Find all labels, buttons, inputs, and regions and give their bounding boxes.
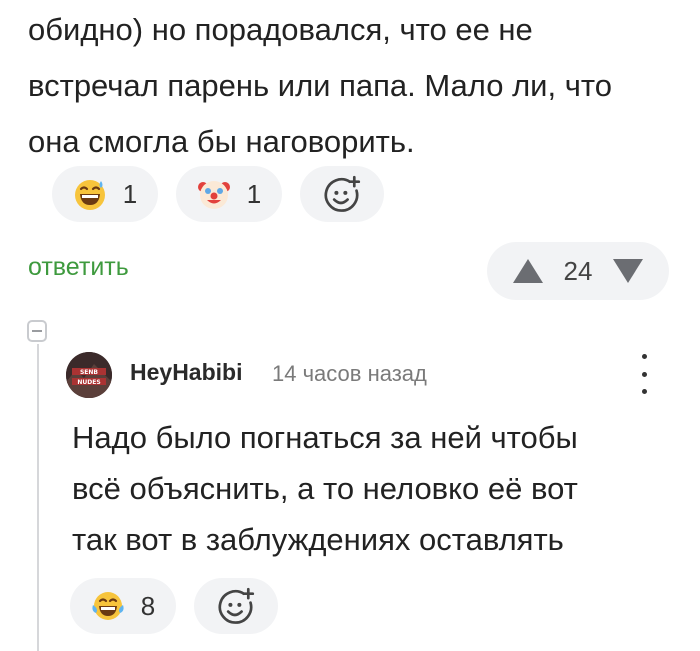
more-dot bbox=[641, 371, 647, 377]
add-reaction-button[interactable] bbox=[194, 578, 278, 634]
reaction-clown-button[interactable]: 1 bbox=[176, 166, 282, 222]
timestamp: 14 часов назад bbox=[272, 361, 427, 386]
rating-count: 24 bbox=[563, 255, 593, 286]
reply-reactions: 8 bbox=[70, 578, 278, 634]
more-dot bbox=[641, 354, 647, 359]
svg-text:NUDES: NUDES bbox=[77, 379, 100, 386]
reaction-count: 1 bbox=[122, 178, 138, 209]
comment-reactions: 1 1 bbox=[52, 166, 384, 222]
add-emoji-icon bbox=[218, 587, 255, 624]
reaction-count: 1 bbox=[246, 178, 262, 209]
add-reaction-button[interactable] bbox=[300, 166, 384, 222]
reply-link[interactable]: ответить bbox=[28, 253, 129, 282]
reply-text-line: Надо было погнаться за ней чтобы bbox=[72, 420, 578, 455]
comment-text-line: обидно) но порадовался, что ее не bbox=[28, 12, 533, 47]
reply-text-line: всё объяснить, а то неловко её вот bbox=[72, 471, 578, 506]
reaction-count: 8 bbox=[140, 590, 156, 621]
clown-face-emoji-icon bbox=[197, 181, 230, 209]
downvote-arrow-icon[interactable] bbox=[611, 257, 645, 285]
upvote-arrow-icon[interactable] bbox=[511, 257, 545, 285]
avatar[interactable]: SENB NUDES bbox=[66, 352, 112, 398]
author-name[interactable]: HeyHabibi bbox=[130, 359, 242, 386]
tears-of-joy-emoji-icon bbox=[92, 592, 124, 620]
add-emoji-icon bbox=[324, 175, 361, 212]
collapse-thread-button[interactable] bbox=[27, 320, 47, 342]
comment-text-line: она смогла бы наговорить. bbox=[28, 124, 415, 159]
thread-line[interactable] bbox=[37, 344, 39, 651]
svg-text:SENB: SENB bbox=[80, 369, 98, 376]
reaction-grinning-sweat-button[interactable]: 1 bbox=[52, 166, 158, 222]
grinning-sweat-emoji-icon bbox=[74, 180, 105, 210]
comment-text-line: встречал парень или папа. Мало ли, что bbox=[28, 68, 612, 103]
reply-body: Надо было погнаться за ней чтобы всё объ… bbox=[72, 412, 672, 565]
reply-text-line: так вот в заблуждениях оставлять bbox=[72, 522, 564, 557]
more-dot bbox=[641, 389, 647, 394]
more-options-button[interactable] bbox=[634, 354, 654, 394]
comment-body: обидно) но порадовался, что ее не встреч… bbox=[28, 2, 668, 170]
avatar-image-icon: SENB NUDES bbox=[66, 352, 112, 398]
rating-widget: 24 bbox=[487, 242, 669, 300]
reaction-tears-of-joy-button[interactable]: 8 bbox=[70, 578, 176, 634]
